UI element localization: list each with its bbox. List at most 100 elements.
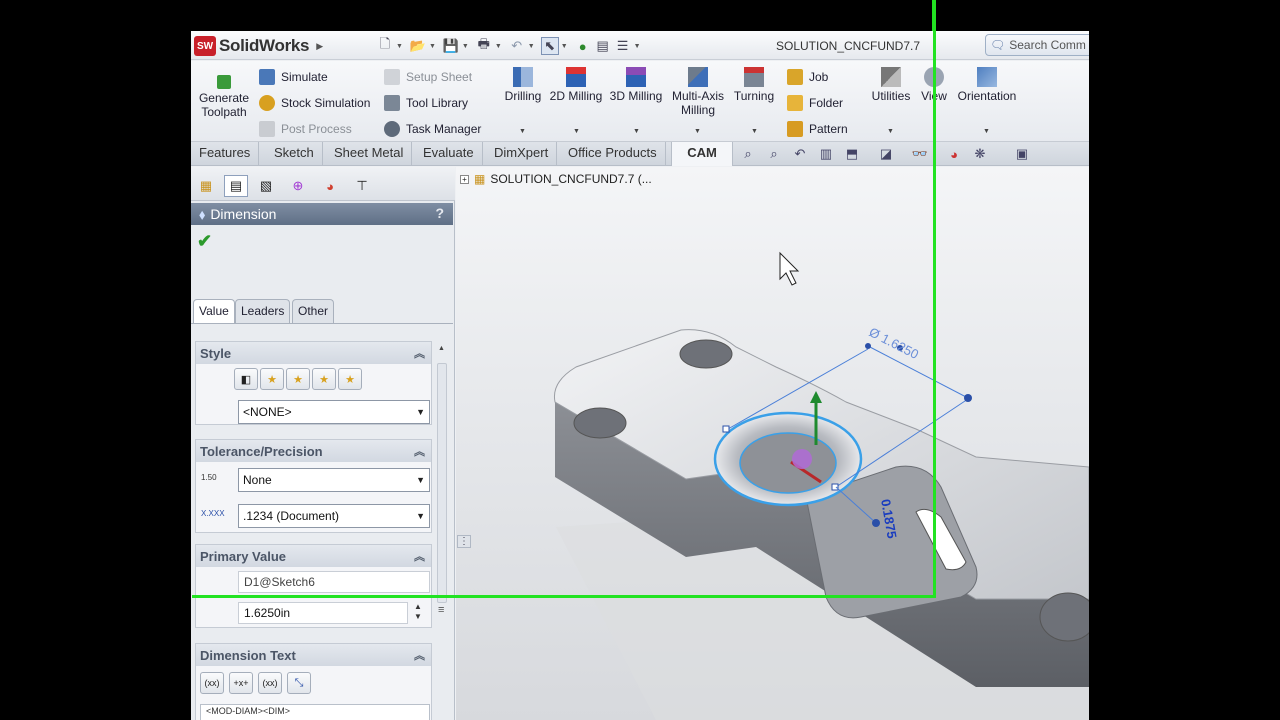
property-manager-tab-icon[interactable]: ▤ [224,175,248,197]
utilities-button[interactable]: Utilities [869,67,913,103]
selection-handle[interactable] [722,425,730,433]
add-parentheses-button[interactable]: (xx) [200,672,224,694]
stock-simulation-button[interactable]: Stock Simulation [259,95,370,111]
dimension-text-group-header[interactable]: Dimension Text ︽ [196,644,431,666]
simulate-button[interactable]: Simulate [259,69,328,85]
folder-button[interactable]: Folder [787,95,843,111]
print-icon[interactable]: 🖶 [475,36,493,55]
collapse-chevron-icon[interactable]: ︽ [414,647,425,663]
dimension-name-field[interactable]: D1@Sketch6 [238,571,430,593]
ok-check-icon[interactable]: ✔ [197,231,212,252]
feature-manager-tab-icon[interactable]: ▦ [194,175,218,197]
open-folder-icon[interactable]: 📂 [409,37,427,55]
diameter-dimension-label[interactable]: Ø 1.6250 [867,324,921,362]
primary-value-group-header[interactable]: Primary Value ︽ [196,545,431,567]
dim-handle[interactable] [964,394,972,402]
tolerance-type-select[interactable]: None ▼ [238,468,430,492]
multi-axis-milling-button[interactable]: Multi-Axis Milling [669,67,727,117]
style-select[interactable]: <NONE> ▼ [238,400,430,424]
view-settings-icon[interactable]: ▣ [1013,146,1031,162]
view-orientation-icon[interactable]: ⬒ [843,146,861,162]
3d-milling-button[interactable]: 3D Milling [609,67,663,103]
tab-value[interactable]: Value [193,299,235,323]
cam-tree-tab-icon[interactable]: ⊤ [350,175,374,197]
configuration-manager-tab-icon[interactable]: ▧ [254,175,278,197]
tool-library-button[interactable]: Tool Library [384,95,468,111]
turning-button[interactable]: Turning [732,67,776,103]
pattern-button[interactable]: Pattern [787,121,848,137]
add-style-icon[interactable]: ★ [260,368,284,390]
new-document-icon[interactable]: 🗋 [376,36,394,55]
load-style-icon[interactable]: ★ [338,368,362,390]
tab-features[interactable]: Features [191,142,260,166]
3d-milling-dropdown-icon[interactable]: ▼ [633,128,640,135]
dimension-text-box[interactable]: <MOD-DIAM><DIM> [200,704,430,720]
inspection-dimension-button[interactable]: (xx) [258,672,282,694]
panel-scrollbar[interactable]: ▲ [435,343,449,623]
setup-sheet-button[interactable]: Setup Sheet [384,69,472,85]
display-manager-tab-icon[interactable]: ◕ [318,175,342,197]
help-icon[interactable]: ? [435,205,444,221]
scene-icon[interactable]: ❋ [971,146,989,162]
menu-arrow-icon[interactable]: ▶ [316,41,323,52]
dimxpert-manager-tab-icon[interactable]: ⊕ [286,175,310,197]
rebuild-traffic-light-icon[interactable]: ● [574,37,592,55]
collapse-chevron-icon[interactable]: ︽ [414,345,425,361]
utilities-dropdown-icon[interactable]: ▼ [887,128,894,135]
file-properties-icon[interactable]: ▤ [594,37,612,55]
tab-office-products[interactable]: Office Products [560,142,666,166]
scroll-up-icon[interactable]: ▲ [438,345,445,352]
turning-dropdown-icon[interactable]: ▼ [751,128,758,135]
2d-milling-dropdown-icon[interactable]: ▼ [573,128,580,135]
undo-icon[interactable]: ↶ [508,37,526,55]
previous-view-icon[interactable]: ↶ [791,146,809,162]
2d-milling-button[interactable]: 2D Milling [549,67,603,103]
dim-handle[interactable] [872,519,880,527]
save-icon[interactable]: 💾 [442,37,460,55]
section-view-icon[interactable]: ▥ [817,146,835,162]
save-style-icon[interactable]: ★ [312,368,336,390]
app-logo[interactable]: SW SolidWorks ▶ [194,35,323,57]
tab-leaders[interactable]: Leaders [235,299,291,323]
delete-style-icon[interactable]: ★ [286,368,310,390]
orientation-dropdown-icon[interactable]: ▼ [983,128,990,135]
tab-cam[interactable]: CAM [671,142,733,166]
zoom-to-fit-icon[interactable]: ⌕ [739,146,757,162]
style-group-header[interactable]: Style ︽ [196,342,431,364]
tab-sketch[interactable]: Sketch [266,142,323,166]
precision-select[interactable]: .1234 (Document) ▼ [238,504,430,528]
graphics-viewport[interactable]: + ▦ SOLUTION_CNCFUND7.7 (... Ø 1.6250 0.… [456,167,1089,720]
panel-collapse-handle-icon[interactable]: ⋮ [457,535,471,548]
task-manager-button[interactable]: Task Manager [384,121,481,137]
appearance-icon[interactable]: ◕ [945,146,963,162]
dim-handle[interactable] [865,343,871,349]
multi-axis-dropdown-icon[interactable]: ▼ [694,128,701,135]
selection-handle[interactable] [831,483,839,491]
dimension-value-field[interactable]: 1.6250in [238,602,408,624]
apply-default-style-icon[interactable]: ◧ [234,368,258,390]
display-style-icon[interactable]: ◪ [877,146,895,162]
tab-sheet-metal[interactable]: Sheet Metal [326,142,413,166]
value-spinner-icon[interactable]: ▲ ▼ [414,602,422,622]
tab-dimxpert[interactable]: DimXpert [486,142,558,166]
view-button[interactable]: View [917,67,951,103]
options-icon[interactable]: ☰ [614,37,632,55]
tab-evaluate[interactable]: Evaluate [415,142,483,166]
center-dimension-button[interactable]: +x+ [229,672,253,694]
select-cursor-icon[interactable]: ⬉ [540,37,559,55]
tab-other[interactable]: Other [292,299,335,323]
search-box[interactable]: 🗨 Search Comm [985,34,1089,56]
offset-text-icon[interactable]: ⤡ [287,672,311,694]
post-process-button[interactable]: Post Process [259,121,352,137]
collapse-chevron-icon[interactable]: ︽ [414,443,425,459]
collapse-chevron-icon[interactable]: ︽ [414,548,425,564]
scrollbar-thumb[interactable] [437,363,447,603]
job-button[interactable]: Job [787,69,828,85]
zoom-to-area-icon[interactable]: ⌕ [765,146,783,162]
hide-show-icon[interactable]: 👓 [911,146,929,162]
tolerance-group-header[interactable]: Tolerance/Precision ︽ [196,440,431,462]
generate-toolpath-button[interactable]: Generate Toolpath [195,75,253,119]
orientation-button[interactable]: Orientation [955,67,1019,103]
drilling-button[interactable]: Drilling [503,67,543,103]
drilling-dropdown-icon[interactable]: ▼ [519,128,526,135]
